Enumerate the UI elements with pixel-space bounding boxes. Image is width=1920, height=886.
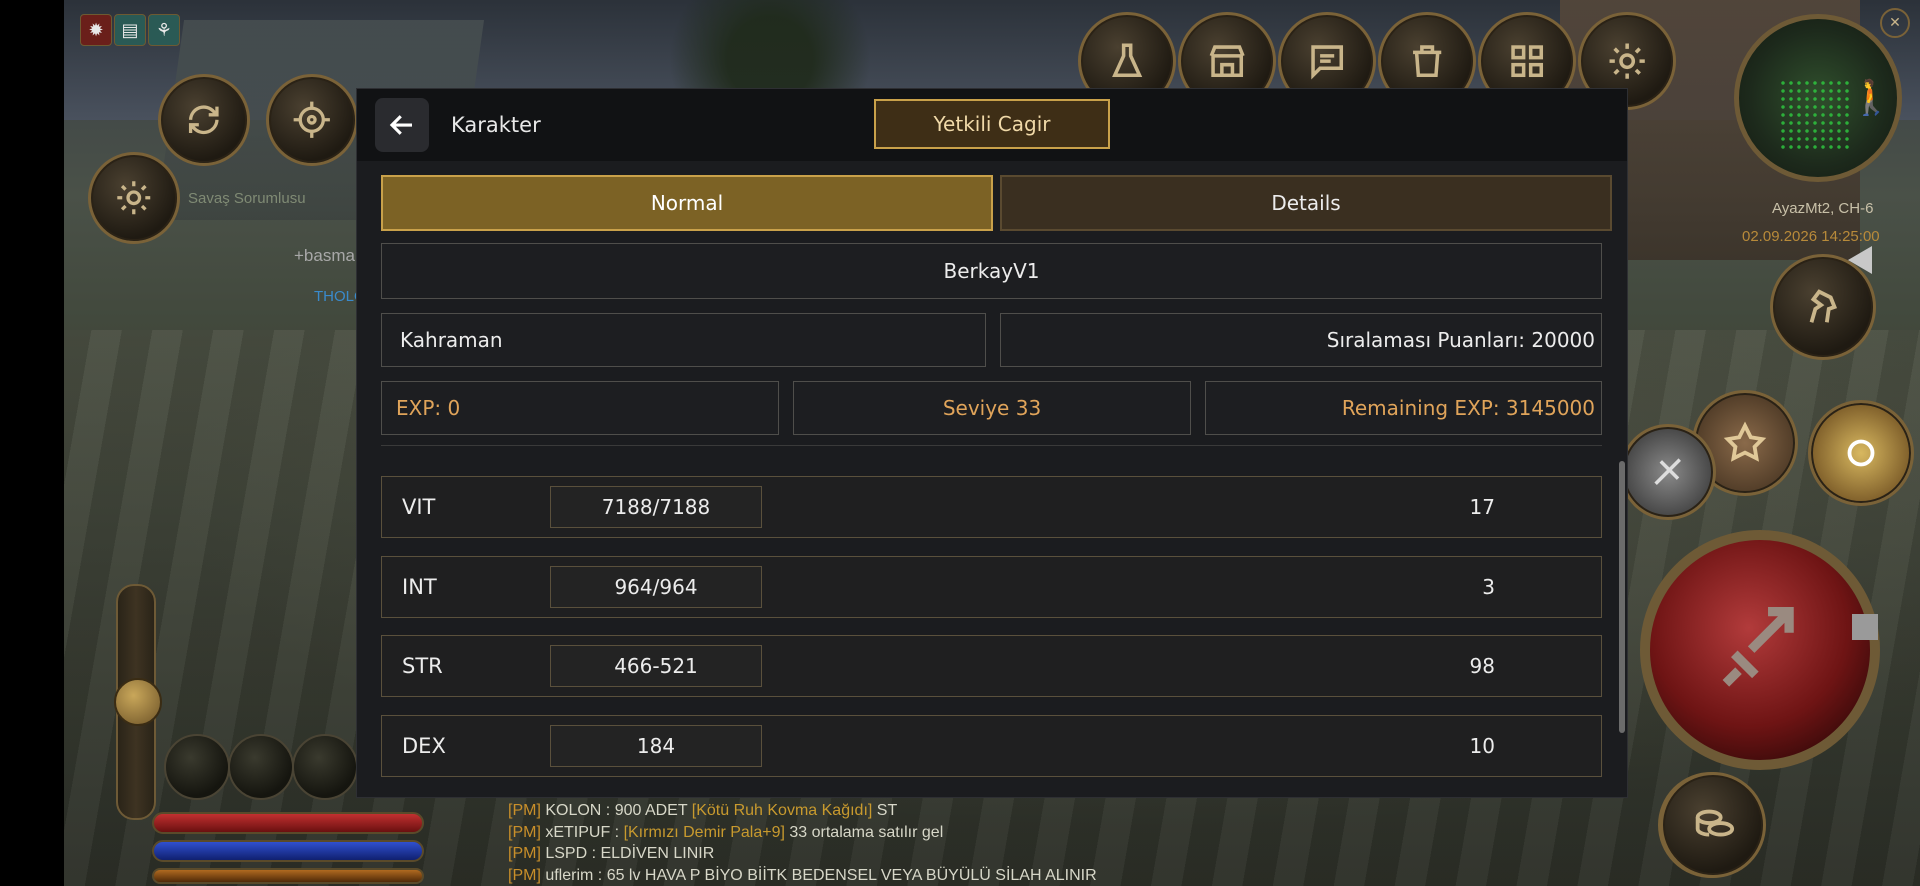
chat-line: [PM] uflerim : 65 lv HAVA P BİYO BİİTK B… — [508, 865, 1097, 886]
dialog-title: Karakter — [451, 113, 541, 137]
stat-row-str: STR 466-521 98 — [381, 635, 1602, 697]
stat-value: 7188/7188 — [550, 486, 762, 528]
character-dialog: Karakter Yetkili Cagir Normal Details Be… — [356, 88, 1628, 798]
chat-tail: ST — [876, 802, 898, 819]
stat-name: STR — [402, 654, 443, 678]
call-gm-button[interactable]: Yetkili Cagir — [874, 99, 1110, 149]
chat-sender: KOLON : — [540, 802, 615, 819]
collapse-arrow-icon[interactable] — [1848, 246, 1872, 274]
exp-remaining-text: Remaining EXP: 3145000 — [1341, 396, 1595, 420]
quickslot-orb-3[interactable] — [292, 734, 358, 800]
ghost-text-1: +basma — [294, 246, 355, 265]
stat-value: 466-521 — [550, 645, 762, 687]
camera-slider-knob[interactable] — [114, 678, 162, 726]
chat-item: [Kırmızı Demir Pala+9] — [623, 823, 790, 841]
rank-points: Sıralaması Puanları: 20000 — [1000, 313, 1602, 367]
stat-name: INT — [402, 575, 437, 599]
character-name: BerkayV1 — [381, 243, 1602, 299]
hp-bar — [152, 812, 424, 834]
stat-name: DEX — [402, 734, 446, 758]
stat-row-dex: DEX 184 10 — [381, 715, 1602, 777]
dialog-scrollbar[interactable] — [1619, 461, 1625, 733]
sword-icon — [1722, 607, 1795, 688]
buff-sun-icon[interactable]: ✹ — [80, 14, 112, 46]
chat-line: [PM] KOLON : 900 ADET [Kötü Ruh Kovma Ka… — [508, 800, 1097, 822]
chat-tag: [PM] — [508, 866, 541, 884]
chat-line: [PM] LSPD : ELDİVEN LINIR — [508, 843, 1097, 865]
mp-bar — [152, 840, 424, 862]
accessibility-icon[interactable]: 🚶 — [1850, 78, 1892, 118]
level: Seviye 33 — [793, 381, 1191, 435]
map-datetime-label: 02.09.2026 14:25:00 — [1742, 228, 1880, 245]
tab-normal[interactable]: Normal — [381, 175, 993, 231]
stat-value: 184 — [550, 725, 762, 767]
tab-details[interactable]: Details — [1000, 175, 1612, 231]
minimap-dots — [1779, 79, 1849, 149]
chat-tag: [PM] — [508, 845, 541, 862]
buff-boot-icon[interactable]: ⚘ — [148, 14, 180, 46]
stat-points: 98 — [1469, 654, 1495, 678]
quickslot-orb-2[interactable] — [228, 734, 294, 800]
chat-sender: xETIPUF : — [540, 823, 624, 841]
chat-tag: [PM] — [508, 802, 541, 819]
stat-points: 10 — [1469, 734, 1495, 758]
swap-icon[interactable] — [158, 74, 250, 166]
stat-points: 3 — [1482, 575, 1495, 599]
chat-text: ELDİVEN LINIR — [600, 845, 715, 862]
chat-sender: uflerim : — [540, 866, 607, 884]
chat-tail: 33 ortalama satılır gel — [789, 823, 944, 841]
buff-scroll-icon[interactable]: ▤ — [114, 14, 146, 46]
target-icon[interactable] — [266, 74, 358, 166]
chat-log: [PM] KOLON : 900 ADET [Kötü Ruh Kovma Ka… — [508, 800, 1097, 886]
exp-remaining: Remaining EXP: 3145000 — [1205, 381, 1602, 435]
coins-icon[interactable] — [1660, 772, 1766, 878]
stat-row-int: INT 964/964 3 — [381, 556, 1602, 618]
stamina-bar — [152, 868, 424, 884]
chat-item: [Kötü Ruh Kovma Kağıdı] — [691, 802, 877, 819]
camera-slider[interactable] — [114, 584, 162, 820]
divider — [381, 445, 1602, 446]
chat-text: 65 lv HAVA P BİYO BİİTK BEDENSEL VEYA BÜ… — [606, 866, 1097, 884]
attack-button[interactable] — [1640, 530, 1880, 770]
character-class: Kahraman — [381, 313, 986, 367]
chat-line: [PM] xETIPUF : [Kırmızı Demir Pala+9] 33… — [508, 822, 1097, 844]
stat-value: 964/964 — [550, 566, 762, 608]
arrow-left-icon — [389, 115, 412, 135]
chat-tag: [PM] — [508, 823, 541, 841]
level-text: Seviye 33 — [942, 396, 1042, 420]
rank-points-text: Sıralaması Puanları: 20000 — [1326, 328, 1595, 352]
settings-gear-icon[interactable] — [88, 152, 180, 244]
screen-left-bar — [0, 0, 64, 886]
chat-text: 900 ADET — [614, 802, 692, 819]
exp-current-text: EXP: 0 — [396, 396, 461, 420]
stat-name: VIT — [402, 495, 436, 519]
skill-slot-3-icon[interactable] — [1620, 424, 1716, 520]
quickslot-orb-1[interactable] — [164, 734, 230, 800]
npc-label: Savaş Sorumlusu — [188, 190, 306, 207]
map-server-label: AyazMt2, CH-6 — [1772, 200, 1874, 217]
stat-points: 17 — [1469, 495, 1495, 519]
character-class-text: Kahraman — [400, 328, 503, 352]
skill-slot-2-icon[interactable] — [1808, 400, 1914, 506]
exp-current: EXP: 0 — [381, 381, 779, 435]
character-name-text: BerkayV1 — [943, 259, 1040, 283]
stat-row-vit: VIT 7188/7188 17 — [381, 476, 1602, 538]
dialog-header: Karakter Yetkili Cagir — [357, 89, 1627, 161]
back-button[interactable] — [375, 98, 429, 152]
close-icon[interactable]: ✕ — [1880, 8, 1910, 38]
chat-sender: LSPD : — [540, 845, 601, 862]
stop-icon[interactable] — [1852, 614, 1878, 640]
